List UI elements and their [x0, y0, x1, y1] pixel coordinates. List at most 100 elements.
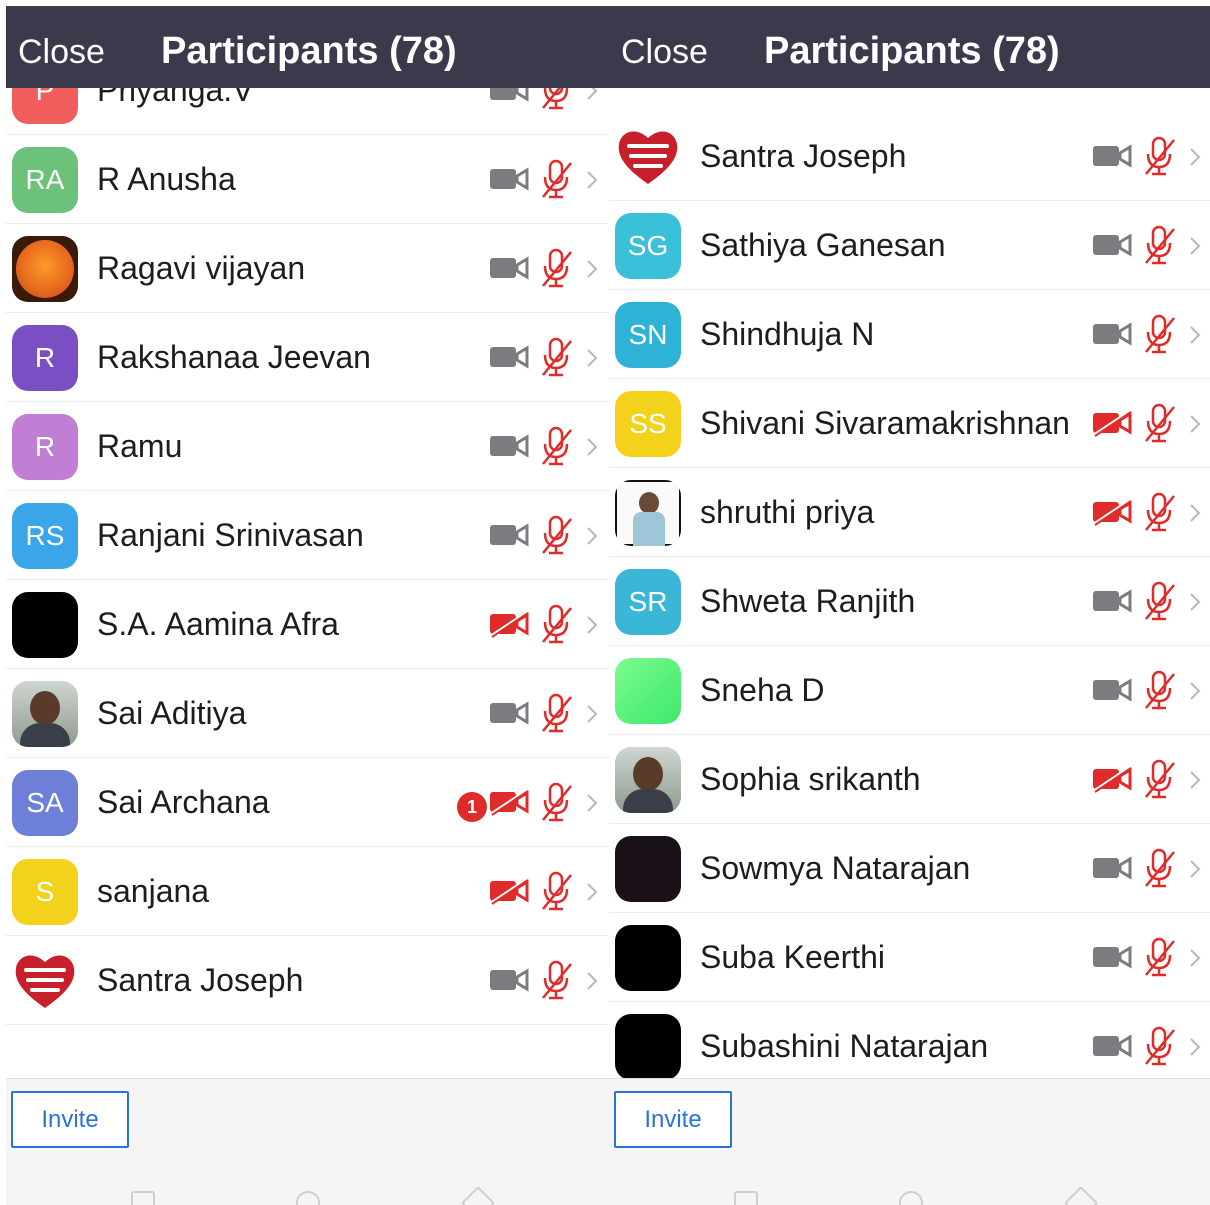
participant-status-icons	[449, 515, 599, 555]
recents-icon[interactable]	[734, 1191, 758, 1205]
avatar-initials: R	[34, 342, 56, 373]
avatar-initials: SN	[628, 319, 668, 350]
participant-row[interactable]: Suba Keerthi	[609, 913, 1210, 1002]
participant-status-icons: 1	[449, 782, 599, 822]
participant-status-icons	[449, 604, 599, 644]
mic-muted-icon	[542, 337, 572, 377]
avatar: RS	[12, 503, 78, 569]
chevron-right-icon	[1190, 504, 1201, 522]
participant-name: shruthi priya	[700, 494, 875, 530]
avatar-initials: P	[35, 88, 55, 106]
participant-row[interactable]: RA R Anusha	[6, 135, 609, 224]
avatar-initials: SS	[629, 408, 667, 439]
chevron-right-icon	[587, 527, 598, 545]
participant-name: Shindhuja N	[700, 316, 875, 352]
invite-button[interactable]: Invite	[11, 1091, 129, 1148]
participant-row[interactable]: RS Ranjani Srinivasan	[6, 491, 609, 580]
participant-row[interactable]: shruthi priya	[609, 468, 1210, 557]
avatar-initials: SR	[628, 586, 668, 617]
participant-row[interactable]: Sneha D	[609, 646, 1210, 735]
participants-panel-left: Close Participants (78) P Priyanga.V RA R A…	[6, 0, 609, 1205]
mic-muted-icon	[1145, 759, 1175, 799]
participant-list[interactable]: P Priyanga.V RA R Anusha Ragavi vijayan R Raks…	[6, 88, 609, 1078]
close-button[interactable]: Close	[18, 33, 105, 72]
avatar	[615, 480, 681, 546]
chevron-right-icon	[1190, 771, 1201, 789]
mic-muted-icon	[1145, 403, 1175, 443]
video-icon	[1093, 678, 1132, 702]
chevron-right-icon	[1190, 415, 1201, 433]
participant-row[interactable]: Sowmya Natarajan	[609, 824, 1210, 913]
mic-muted-icon	[542, 960, 572, 1000]
video-icon	[490, 434, 529, 458]
mic-muted-icon	[1145, 314, 1175, 354]
mic-muted-icon	[542, 782, 572, 822]
video-icon	[490, 523, 529, 547]
system-nav-bar	[609, 1186, 1210, 1205]
header-bar: Close Participants (78)	[609, 6, 1210, 88]
mic-muted-icon	[542, 159, 572, 199]
participant-status-icons	[449, 426, 599, 466]
participant-row[interactable]: Subashini Natarajan	[609, 1002, 1210, 1078]
participant-status-icons	[1052, 848, 1202, 888]
avatar-initials: R	[34, 431, 56, 462]
participant-row[interactable]: S.A. Aamina Afra	[6, 580, 609, 669]
participant-name: Sai Aditiya	[97, 695, 247, 731]
home-icon[interactable]	[296, 1191, 320, 1205]
mic-muted-icon	[542, 88, 569, 110]
participant-name: sanjana	[97, 873, 210, 909]
chevron-right-icon	[587, 260, 598, 278]
participant-row[interactable]: SN Shindhuja N	[609, 290, 1210, 379]
avatar: S	[12, 859, 78, 925]
participant-row[interactable]: Ragavi vijayan	[6, 224, 609, 313]
invite-button[interactable]: Invite	[614, 1091, 732, 1148]
participant-status-icons	[1052, 1026, 1202, 1066]
chevron-right-icon	[587, 794, 598, 812]
system-nav-bar	[6, 1186, 609, 1205]
close-button[interactable]: Close	[621, 33, 708, 72]
video-off-icon	[1093, 765, 1132, 793]
mic-muted-icon	[1145, 492, 1175, 532]
back-icon[interactable]	[1064, 1186, 1098, 1205]
participant-name: Shivani Sivaramakrishnan	[700, 405, 1070, 441]
participant-status-icons	[449, 248, 599, 288]
participant-status-icons	[449, 337, 599, 377]
recents-icon[interactable]	[131, 1191, 155, 1205]
back-icon[interactable]	[461, 1186, 495, 1205]
chevron-right-icon	[587, 883, 598, 901]
video-icon	[490, 256, 529, 280]
participant-row[interactable]: R Rakshanaa Jeevan	[6, 313, 609, 402]
avatar	[615, 747, 681, 813]
chevron-right-icon	[587, 171, 598, 189]
participant-row[interactable]: Santra Joseph	[6, 936, 609, 1025]
participant-name: Suba Keerthi	[700, 939, 886, 975]
avatar: SN	[615, 302, 681, 368]
participant-row[interactable]: SS Shivani Sivaramakrishnan	[609, 379, 1210, 468]
participant-row[interactable]: Ssanjana	[6, 847, 609, 936]
mic-muted-icon	[1145, 581, 1175, 621]
participant-row[interactable]: SR Shweta Ranjith	[609, 557, 1210, 646]
avatar-initials: S	[35, 876, 55, 907]
video-icon	[1093, 144, 1132, 168]
mic-muted-icon	[1145, 225, 1175, 265]
home-icon[interactable]	[899, 1191, 923, 1205]
participant-row[interactable]: P Priyanga.V	[6, 88, 609, 135]
mic-muted-icon	[542, 248, 572, 288]
participant-row[interactable]: R Ramu	[6, 402, 609, 491]
participant-row[interactable]: Sai Aditiya	[6, 669, 609, 758]
participant-row[interactable]: SG Sathiya Ganesan	[609, 201, 1210, 290]
video-icon	[490, 167, 529, 191]
mic-muted-icon	[542, 871, 572, 911]
participant-list[interactable]: Santra Joseph SG Sathiya Ganesan SN Shindhuj…	[609, 88, 1210, 1078]
avatar: R	[12, 414, 78, 480]
participant-row[interactable]: Santra Joseph	[609, 112, 1210, 201]
participant-name: Ramu	[97, 428, 183, 464]
participant-row[interactable]: Sophia srikanth	[609, 735, 1210, 824]
mic-muted-icon	[1145, 1026, 1175, 1066]
mic-muted-icon	[542, 693, 572, 733]
video-off-icon	[1093, 409, 1132, 437]
chevron-right-icon	[587, 438, 598, 456]
video-off-icon	[1093, 498, 1132, 526]
participant-status-icons	[449, 159, 599, 199]
participant-row[interactable]: SA Sai Archana 1	[6, 758, 609, 847]
